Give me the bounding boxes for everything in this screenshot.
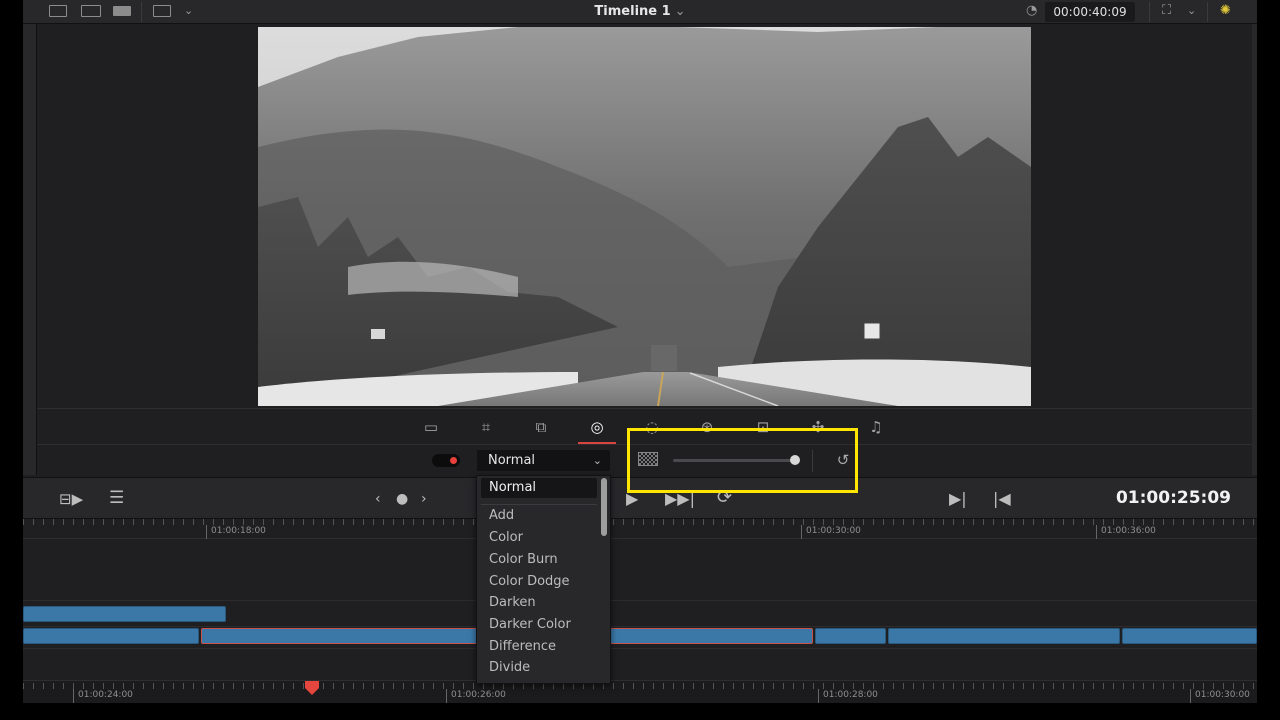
menu-item[interactable]: Darker Color	[489, 617, 571, 633]
timeline-ruler[interactable]: 01:00:18:00 01:00:30:00 01:00:36:00	[23, 519, 1257, 539]
timeline-clip[interactable]	[888, 628, 1120, 644]
timecode-display: 00:00:40:09	[1045, 2, 1135, 22]
menu-item[interactable]: Color	[489, 530, 523, 546]
keyframe-icon[interactable]: ●	[396, 489, 408, 509]
track-divider	[23, 600, 1257, 601]
chevron-down-icon: ⌄	[674, 4, 686, 19]
viewer-top-bar: ⌄ Timeline 1 ⌄ ◔ 00:00:40:09 ⛶ ⌄ ✺	[23, 0, 1257, 24]
menu-item[interactable]: Difference	[489, 639, 556, 655]
ruler-label: 01:00:28:00	[818, 689, 878, 703]
go-to-start-icon[interactable]: |◀	[993, 489, 1011, 509]
track-divider	[23, 648, 1257, 649]
ruler-label: 01:00:24:00	[73, 689, 133, 703]
timeline-clip[interactable]	[23, 606, 226, 622]
toolbar-divider	[1149, 2, 1150, 22]
highlight-box	[627, 428, 858, 493]
ruler-label: 01:00:18:00	[206, 525, 266, 539]
previous-keyframe-icon[interactable]: ‹	[375, 489, 381, 509]
fullscreen-viewer-icon[interactable]: ⛶	[1162, 4, 1171, 18]
viewer-frame[interactable]	[258, 27, 1031, 406]
playhead[interactable]	[304, 681, 320, 695]
menu-item[interactable]: Color Dodge	[489, 574, 570, 590]
composite-mode-dropdown[interactable]: Normal ⌄	[477, 450, 610, 471]
source-viewer-icon[interactable]: ⊟▶	[59, 489, 83, 509]
transform-tool-icon[interactable]: ▭	[421, 417, 441, 437]
zoomed-timeline-ruler[interactable]: 01:00:24:00 01:00:26:00 01:00:28:00 01:0…	[23, 680, 1257, 703]
composite-enable-toggle[interactable]	[432, 454, 460, 467]
menu-separator	[481, 504, 597, 505]
composite-mode-value: Normal	[488, 453, 536, 468]
ruler-label: 01:00:36:00	[1096, 525, 1156, 539]
menu-item-selected[interactable]: Normal	[481, 478, 597, 498]
track-divider	[23, 626, 1257, 627]
audio-tool-icon[interactable]: ♫	[866, 417, 886, 437]
chevron-down-icon[interactable]: ⌄	[1187, 4, 1196, 18]
ruler-label: 01:00:30:00	[801, 525, 861, 539]
ruler-label: 01:00:30:00	[1190, 689, 1250, 703]
right-panel-edge	[1252, 24, 1257, 475]
current-timecode: 01:00:25:09	[1115, 488, 1231, 508]
timeline-clip[interactable]	[23, 628, 199, 644]
composite-tool-icon[interactable]: ◎	[587, 417, 607, 437]
timeline-title: Timeline 1	[594, 4, 671, 19]
audio-mixer-icon[interactable]: ☰	[109, 488, 124, 508]
timecode-clock-icon: ◔	[1026, 3, 1038, 18]
timeline-clip[interactable]	[1122, 628, 1257, 644]
chevron-down-icon: ⌄	[592, 454, 602, 467]
toolbar-divider	[1207, 2, 1208, 22]
menu-item[interactable]: Divide	[489, 660, 530, 676]
composite-mode-menu[interactable]: Normal Add Color Color Burn Color Dodge …	[476, 475, 611, 684]
menu-item[interactable]: Add	[489, 508, 514, 524]
crop-tool-icon[interactable]: ⌗	[476, 417, 496, 437]
snowy-mountain-road-image	[258, 27, 1031, 406]
editor-window: ⌄ Timeline 1 ⌄ ◔ 00:00:40:09 ⛶ ⌄ ✺ ▭ ⌗ ⧉…	[23, 0, 1257, 703]
menu-item[interactable]: Darken	[489, 595, 536, 611]
color-wheel-icon[interactable]: ✺	[1220, 4, 1231, 18]
go-to-end-icon[interactable]: ▶|	[949, 489, 967, 509]
menu-item[interactable]: Color Burn	[489, 552, 558, 568]
dynamic-zoom-tool-icon[interactable]: ⧉	[531, 417, 551, 437]
ruler-ticks	[23, 683, 1257, 689]
menu-scrollbar[interactable]	[601, 478, 607, 536]
next-keyframe-icon[interactable]: ›	[421, 489, 427, 509]
active-tool-indicator	[578, 442, 616, 444]
left-panel-edge	[23, 24, 37, 475]
ruler-label: 01:00:26:00	[446, 689, 506, 703]
timeline-clip[interactable]	[815, 628, 886, 644]
